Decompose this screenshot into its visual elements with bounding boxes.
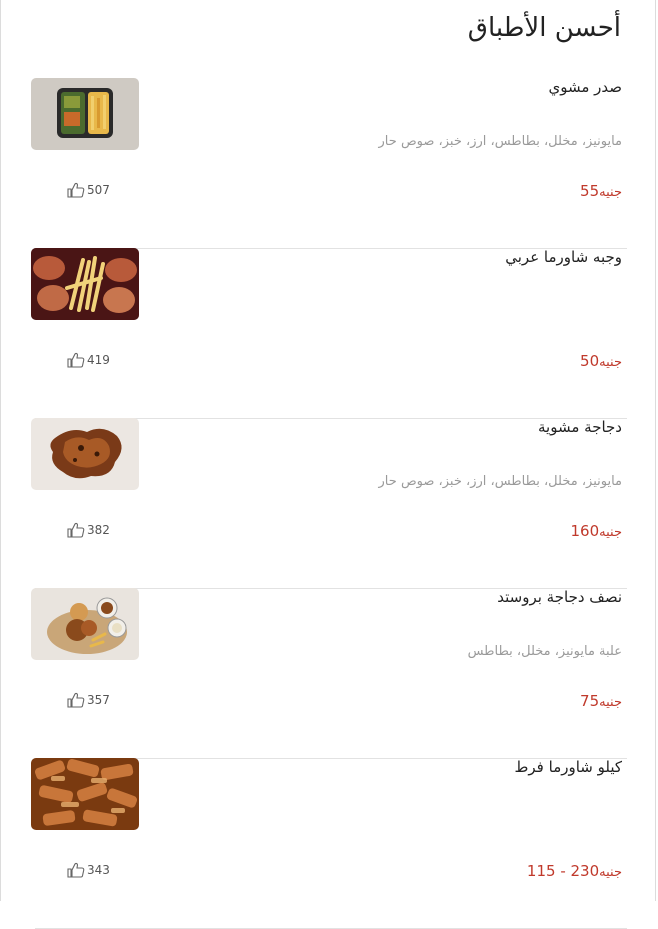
thumbs-up-icon	[67, 522, 85, 538]
dish-card[interactable]: صدر مشوي مايونيز، مخلل، بطاطس، ارز، خبز،…	[31, 78, 627, 249]
thumbs-up-icon	[67, 182, 85, 198]
shawarma-kilo-photo[interactable]	[31, 758, 139, 830]
dish-card[interactable]: وجبه شاورما عربي 50جنيه 419	[31, 248, 627, 419]
like-button[interactable]: 382	[67, 522, 110, 538]
dish-name[interactable]: دجاجة مشوية	[538, 418, 622, 436]
like-button[interactable]: 507	[67, 182, 110, 198]
likes-count: 419	[87, 353, 110, 367]
dish-card[interactable]: كيلو شاورما فرط 115 - 230جنيه 343	[31, 758, 627, 929]
dish-description: علبة مايونيز، مخلل، بطاطس	[467, 644, 622, 659]
thumbs-up-icon	[67, 352, 85, 368]
price-value: 50	[580, 352, 600, 370]
broasted-chicken-photo[interactable]	[31, 588, 139, 660]
price-value: 55	[580, 182, 600, 200]
thumbs-up-icon	[67, 692, 85, 708]
like-button[interactable]: 357	[67, 692, 110, 708]
likes-count: 343	[87, 863, 110, 877]
dish-price: 160جنيه	[571, 522, 623, 540]
dish-name[interactable]: وجبه شاورما عربي	[505, 248, 622, 266]
dish-name[interactable]: كيلو شاورما فرط	[515, 758, 622, 776]
dish-price: 55جنيه	[580, 182, 622, 200]
like-button[interactable]: 343	[67, 862, 110, 878]
dish-card[interactable]: دجاجة مشوية مايونيز، مخلل، بطاطس، ارز، خ…	[31, 418, 627, 589]
price-value: 75	[580, 692, 600, 710]
grilled-chicken-box-photo[interactable]	[31, 78, 139, 150]
dish-name[interactable]: نصف دجاجة بروستد	[497, 588, 622, 606]
price-currency: جنيه	[599, 695, 622, 710]
likes-count: 357	[87, 693, 110, 707]
price-value: 115 - 230	[526, 862, 600, 880]
dish-description: مايونيز، مخلل، بطاطس، ارز، خبز، صوص حار	[378, 474, 622, 489]
thumbs-up-icon	[67, 862, 85, 878]
likes-count: 382	[87, 523, 110, 537]
price-currency: جنيه	[599, 525, 622, 540]
like-button[interactable]: 419	[67, 352, 110, 368]
price-value: 160	[570, 522, 600, 540]
page-title: أحسن الأطباق	[467, 13, 621, 43]
dish-description: مايونيز، مخلل، بطاطس، ارز، خبز، صوص حار	[378, 134, 622, 149]
dish-name[interactable]: صدر مشوي	[548, 78, 622, 96]
dish-price: 75جنيه	[580, 692, 622, 710]
price-currency: جنيه	[599, 355, 622, 370]
page-frame: أحسن الأطباق صدر مشوي مايونيز، مخلل، بطا…	[0, 0, 656, 929]
price-currency: جنيه	[599, 185, 622, 200]
dish-price: 115 - 230جنيه	[527, 862, 622, 880]
price-currency: جنيه	[599, 865, 622, 880]
likes-count: 507	[87, 183, 110, 197]
grilled-chicken-photo[interactable]	[31, 418, 139, 490]
dish-card[interactable]: نصف دجاجة بروستد علبة مايونيز، مخلل، بطا…	[31, 588, 627, 759]
shawarma-meal-photo[interactable]	[31, 248, 139, 320]
dish-price: 50جنيه	[580, 352, 622, 370]
